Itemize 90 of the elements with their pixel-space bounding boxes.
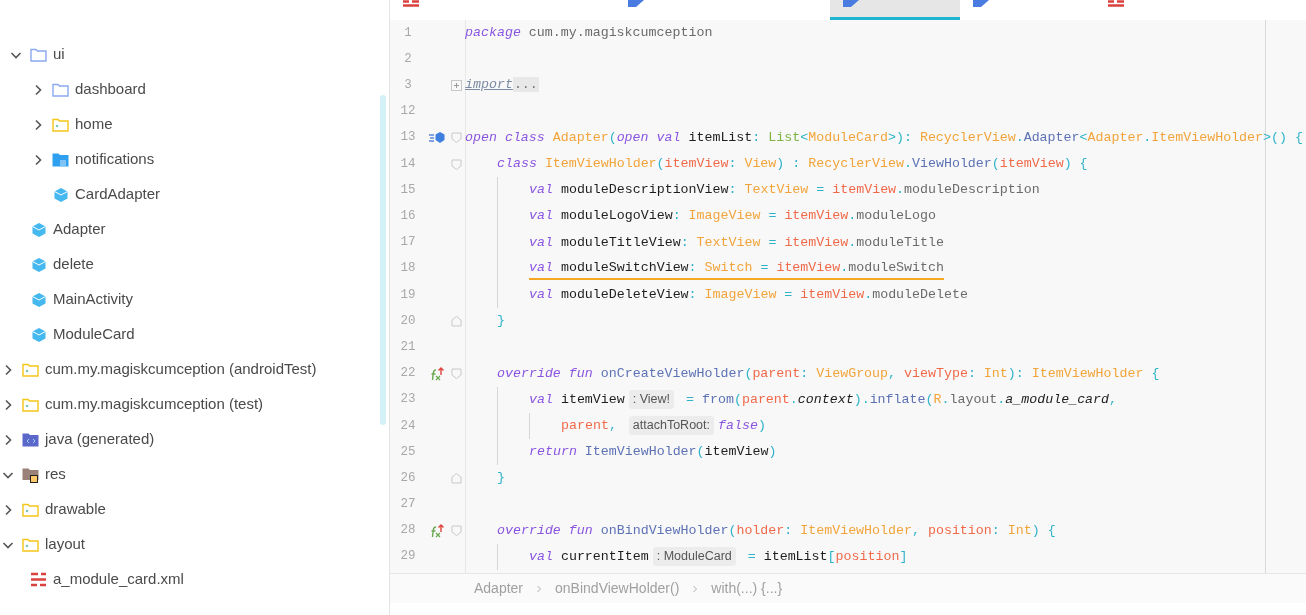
expand-fold-icon[interactable]	[451, 79, 462, 91]
class-icon	[52, 186, 69, 203]
fold-marker-icon[interactable]	[451, 158, 462, 170]
override-method-icon[interactable]	[429, 365, 445, 382]
code-line: override fun onBindViewHolder(holder: ItemViewHolder, position: Int) {	[497, 521, 1056, 540]
scrollbar[interactable]	[380, 95, 386, 425]
package-folder-icon	[52, 117, 69, 132]
code-line: import...	[465, 76, 539, 95]
tree-item[interactable]: drawable	[45, 498, 106, 521]
tree-item[interactable]: cum.my.magiskcumception (test)	[45, 393, 264, 416]
tree-item[interactable]: delete	[53, 253, 94, 276]
folder-icon	[30, 47, 47, 62]
line-number: 24	[399, 417, 417, 435]
class-icon	[30, 256, 47, 273]
line-number: 16	[399, 208, 417, 226]
tree-item[interactable]: CardAdapter	[75, 183, 161, 206]
layout-file-icon	[30, 572, 47, 587]
implemented-class-icon[interactable]	[429, 130, 445, 145]
code-line: val moduleLogoView: ImageView = itemView.moduleLogo	[529, 207, 936, 226]
line-number: 28	[399, 522, 417, 540]
package-folder-icon	[22, 502, 39, 517]
tree-item[interactable]: notifications	[75, 148, 155, 171]
code-line: parent, attachToRoot: false)	[561, 415, 766, 436]
package-folder-icon	[22, 537, 39, 552]
kotlin-file-icon	[843, 0, 859, 7]
tree-item[interactable]: Adapter	[53, 218, 106, 241]
kotlin-file-icon	[973, 0, 989, 7]
line-number: 26	[399, 469, 417, 487]
fold-marker-icon[interactable]	[451, 525, 462, 537]
class-icon	[30, 326, 47, 343]
line-number: 20	[399, 312, 417, 330]
code-line: val moduleDescriptionView: TextView = itemView.moduleDescription	[529, 181, 1040, 200]
code-line: }	[497, 312, 505, 331]
package-folder-icon	[22, 362, 39, 377]
code-editor[interactable]	[390, 20, 1306, 573]
layout-file-icon	[403, 0, 419, 7]
resource-folder-icon	[22, 466, 39, 483]
fold-marker-icon[interactable]	[451, 315, 462, 327]
line-number: 21	[399, 338, 417, 356]
class-icon	[30, 291, 47, 308]
tree-item[interactable]: a_module_card.xml	[53, 568, 184, 591]
package-folder-icon	[22, 397, 39, 412]
chevron-right-icon	[535, 583, 544, 594]
code-line: class ItemViewHolder(itemView: View) : RecyclerView.ViewHolder(itemView) {	[497, 155, 1088, 174]
code-line: val itemView : View! = from(parent.context).inflate(R.layout.a_module_card,	[529, 389, 1118, 410]
tree-item[interactable]: ModuleCard	[53, 323, 135, 346]
code-line: val moduleSwitchView: Switch = itemView.moduleSwitch	[529, 257, 944, 280]
chevron-right-icon	[691, 583, 700, 594]
line-number: 15	[399, 181, 417, 199]
code-line: override fun onCreateViewHolder(parent: ViewGroup, viewType: Int): ItemViewHolder {	[497, 364, 1160, 383]
tree-item[interactable]: ui	[53, 43, 65, 66]
tree-item[interactable]: java (generated)	[45, 428, 155, 451]
line-number: 17	[399, 234, 417, 252]
tree-item[interactable]: res	[45, 463, 66, 486]
line-number: 29	[399, 548, 417, 566]
tree-item[interactable]: dashboard	[75, 78, 146, 101]
fold-marker-icon[interactable]	[451, 472, 462, 484]
line-number: 2	[403, 50, 413, 68]
line-number: 14	[399, 155, 417, 173]
fold-marker-icon[interactable]	[451, 132, 462, 144]
code-line: return ItemViewHolder(itemView)	[529, 443, 777, 462]
tree-item[interactable]: home	[75, 113, 113, 136]
line-number: 12	[399, 103, 417, 121]
override-method-icon[interactable]	[429, 522, 445, 539]
folder-icon	[52, 82, 69, 97]
line-number: 18	[399, 260, 417, 278]
code-line: val currentItem : ModuleCard = itemList[position]	[529, 546, 908, 567]
folder-icon	[52, 152, 69, 167]
line-number: 19	[399, 286, 417, 304]
code-line: package cum.my.magiskcumception	[465, 24, 713, 43]
line-number: 3	[403, 77, 413, 95]
line-number: 23	[399, 391, 417, 409]
line-number: 22	[399, 365, 417, 383]
kotlin-file-icon	[628, 0, 644, 7]
tree-item[interactable]: cum.my.magiskcumception (androidTest)	[45, 358, 317, 381]
code-line: }	[497, 469, 505, 488]
line-number: 13	[399, 129, 417, 147]
line-number: 25	[399, 443, 417, 461]
code-line: val moduleDeleteView: ImageView = itemView.moduleDelete	[529, 285, 968, 304]
layout-file-icon	[1108, 0, 1124, 7]
line-number: 27	[399, 496, 417, 514]
editor-tab[interactable]	[830, 0, 960, 20]
code-line: val moduleTitleView: TextView = itemView.moduleTitle	[529, 233, 944, 252]
tree-item[interactable]: layout	[45, 533, 86, 556]
code-line: open class Adapter(open val itemList: List<ModuleCard>): RecyclerView.Adapter<Adapter.ItemViewHolder>() {	[465, 128, 1303, 147]
source-folder-icon	[22, 432, 39, 447]
tree-item[interactable]: MainActivity	[53, 288, 134, 311]
class-icon	[30, 221, 47, 238]
fold-marker-icon[interactable]	[451, 368, 462, 380]
line-number: 1	[403, 24, 413, 42]
